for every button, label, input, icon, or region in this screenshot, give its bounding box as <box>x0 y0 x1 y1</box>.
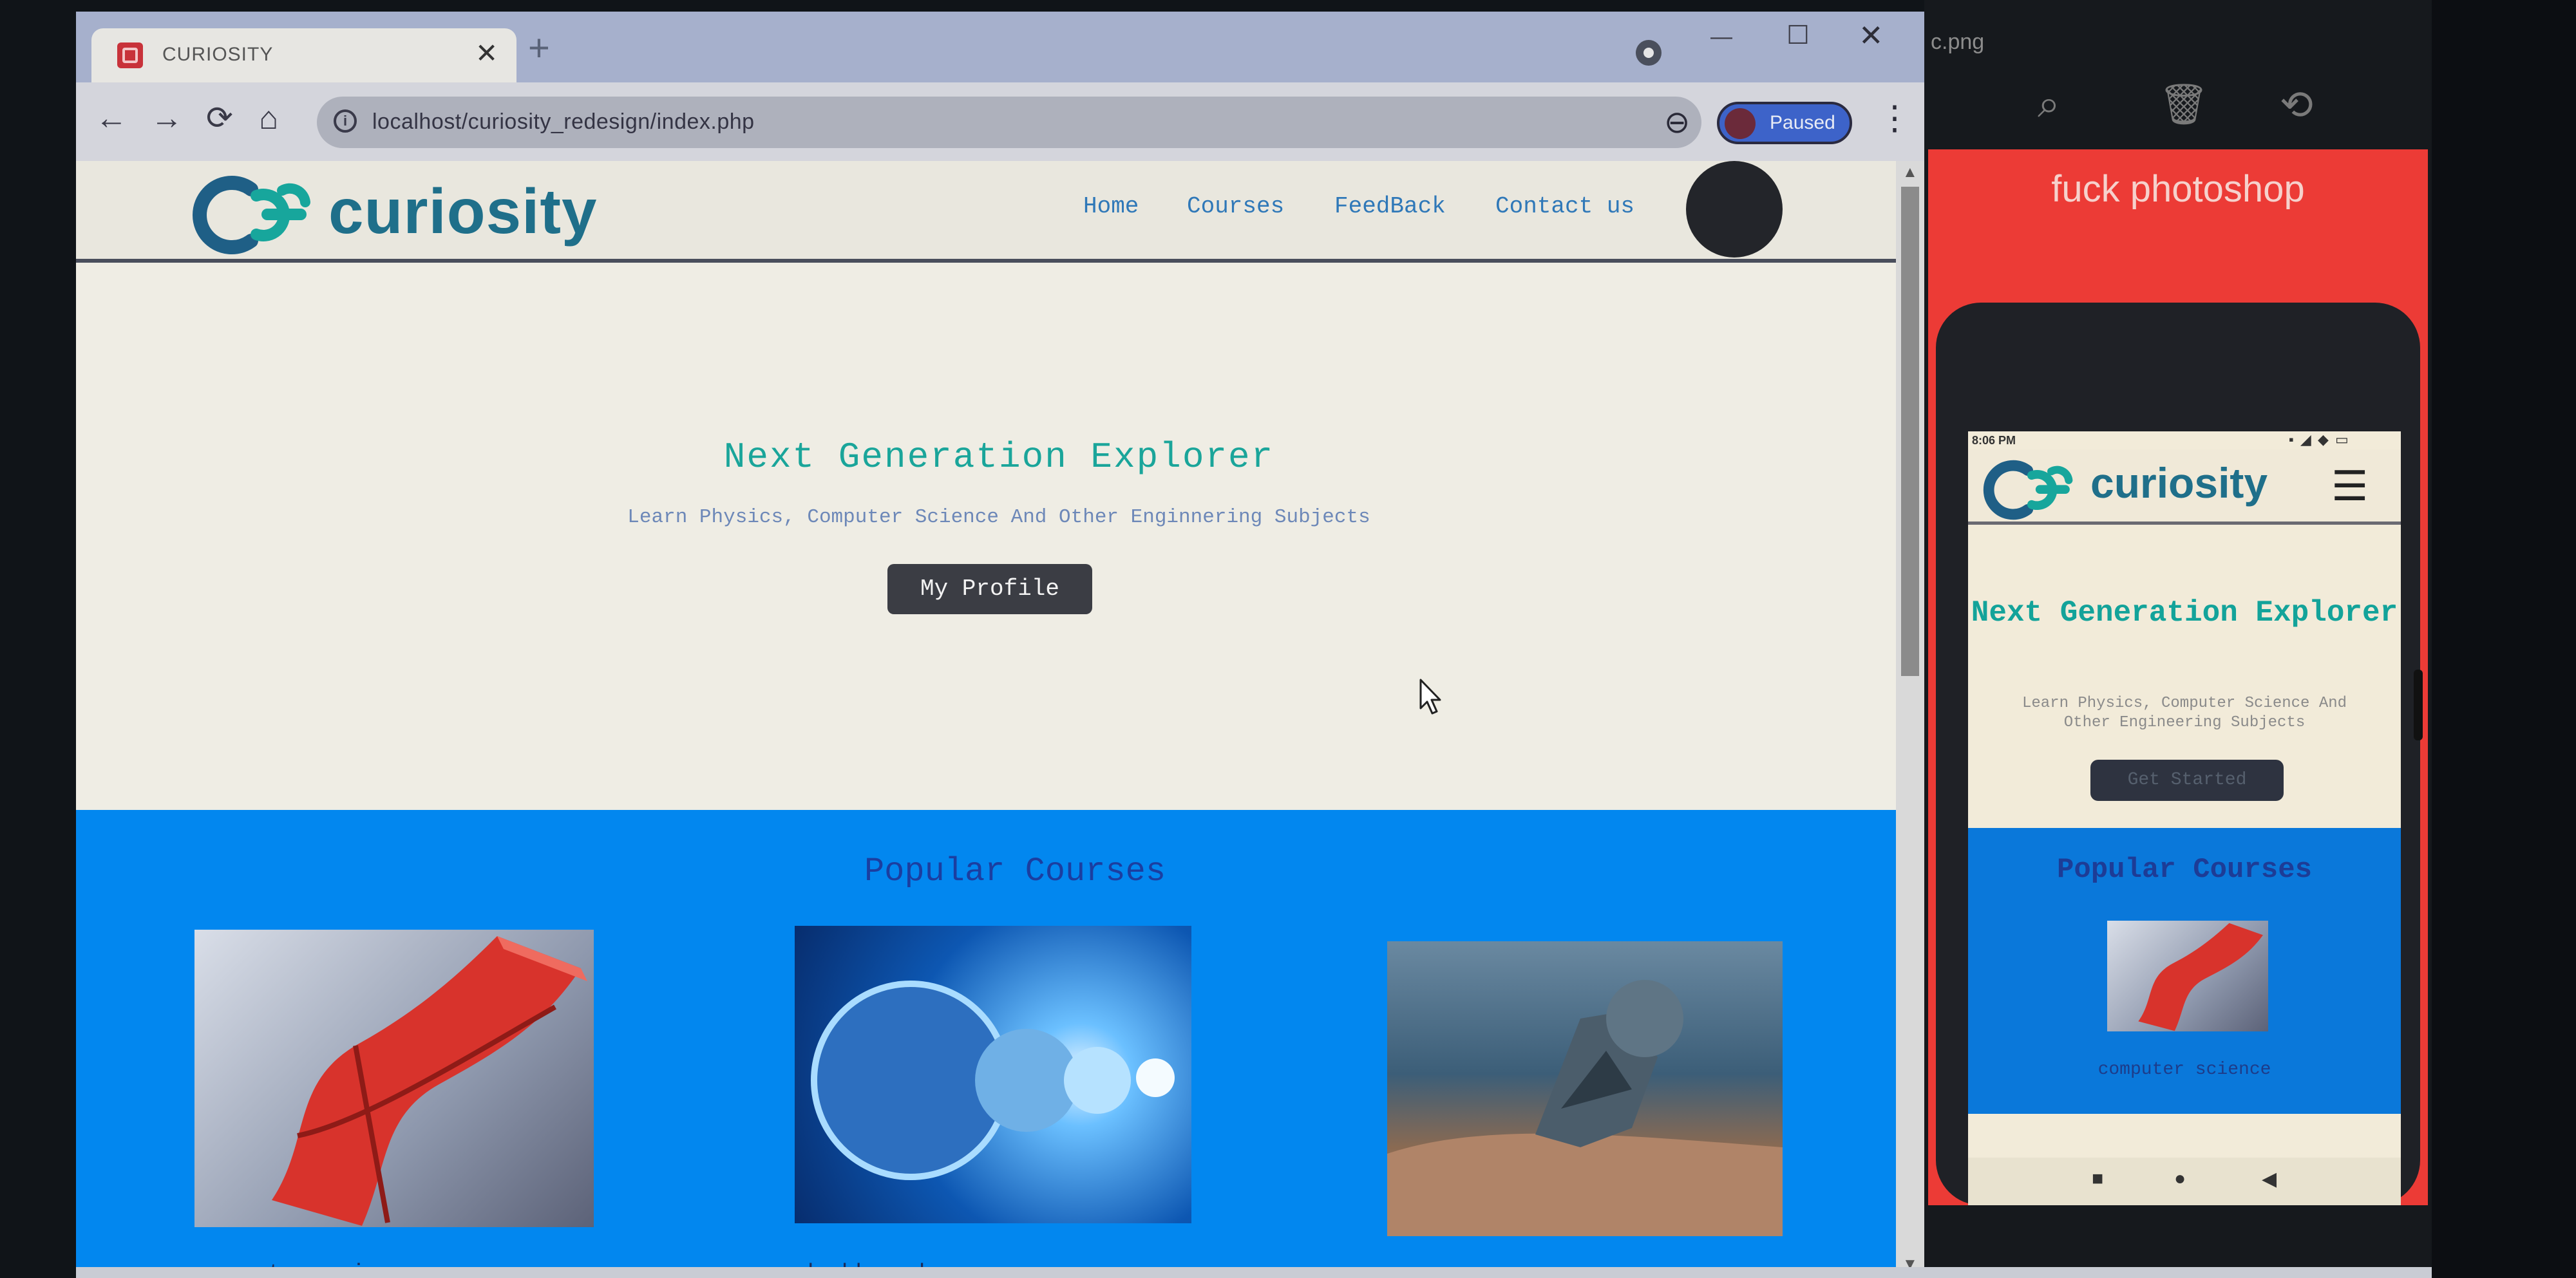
popular-courses-section: Popular Courses <box>76 810 1896 1278</box>
tab-strip: CURIOSITY ✕ + — ☐ ✕ <box>76 12 1924 82</box>
mouse-cursor-icon <box>1419 679 1441 715</box>
delete-icon[interactable]: 🗑 <box>2159 81 2210 128</box>
phone-screen: 8:06 PM ▪ ◢ ◆ ▭ curiosity ☰ Next Generat… <box>1968 431 2401 1205</box>
profile-avatar <box>1725 108 1756 139</box>
browser-tab[interactable]: CURIOSITY ✕ <box>91 28 516 82</box>
planets-illustration <box>811 981 1175 1180</box>
sync-status-label: Paused <box>1770 112 1835 133</box>
mobile-hero-subtitle: Learn Physics, Computer Science And Othe… <box>2022 695 2347 731</box>
status-time: 8:06 PM <box>1972 434 2016 447</box>
minimize-icon[interactable]: — <box>1710 24 1732 50</box>
mobile-course-label: computer science <box>2098 1060 2271 1080</box>
home-circle-icon: ● <box>2174 1168 2186 1189</box>
windows-wave-illustration <box>272 936 587 1226</box>
scroll-up-icon[interactable]: ▲ <box>1902 164 1918 182</box>
hero-title: Next Generation Explorer <box>723 437 1274 478</box>
mobile-hero-title: Next Generation Explorer <box>1971 596 2398 630</box>
mobile-course-image <box>2107 921 2268 1031</box>
mobile-logo-icon <box>1983 460 2073 520</box>
mobile-courses-section: Popular Courses computer science <box>1968 828 2401 1114</box>
address-bar[interactable]: i localhost/curiosity_redesign/index.php… <box>317 97 1759 148</box>
downloads-icon[interactable] <box>1636 40 1662 66</box>
nav-link-feedback[interactable]: FeedBack <box>1334 193 1446 220</box>
nav-link-contact[interactable]: Contact us <box>1495 193 1634 220</box>
preview-caption: fuck photoshop <box>2051 168 2305 210</box>
zoom-in-icon[interactable]: ⌕ <box>2038 81 2060 127</box>
mobile-hero: Next Generation Explorer Learn Physics, … <box>1968 525 2401 793</box>
page-viewport: curiosity Home Courses FeedBack Contact … <box>76 161 1896 1278</box>
maximize-icon[interactable]: ☐ <box>1786 21 1810 50</box>
phone-side-button <box>2414 670 2423 740</box>
desktop-edge <box>2432 0 2576 1278</box>
image-viewer: c.png ⌕ 🗑 ⟲ fuck photoshop 8:06 PM ▪ ◢ ◆… <box>1924 0 2432 1278</box>
site-header: curiosity Home Courses FeedBack Contact … <box>76 161 1896 263</box>
nav-link-home[interactable]: Home <box>1083 193 1139 220</box>
course-image-underwater[interactable] <box>1387 941 1783 1236</box>
status-icons: ▪ ◢ ◆ ▭ <box>2289 431 2350 447</box>
close-tab-icon[interactable]: ✕ <box>475 37 498 69</box>
home-icon[interactable]: ⌂ <box>259 99 278 136</box>
my-profile-button[interactable]: My Profile <box>887 564 1092 614</box>
course-image-windows[interactable] <box>194 930 594 1227</box>
url-text[interactable]: localhost/curiosity_redesign/index.php <box>372 109 755 135</box>
user-avatar[interactable] <box>1686 161 1783 258</box>
site-info-icon[interactable]: i <box>334 109 357 133</box>
browser-toolbar: ← → ⟳ ⌂ i localhost/curiosity_redesign/i… <box>76 82 1924 161</box>
hero-section: Next Generation Explorer Learn Physics, … <box>76 263 1896 810</box>
taskbar <box>76 1267 2432 1278</box>
mobile-logo-text: curiosity <box>2090 459 2268 507</box>
nav-link-courses[interactable]: Courses <box>1187 193 1284 220</box>
mobile-windows-wave-illustration <box>2138 923 2263 1031</box>
hero-subtitle: Learn Physics, Computer Science And Othe… <box>627 506 1370 529</box>
mobile-courses-title: Popular Courses <box>2056 854 2313 886</box>
courses-title: Popular Courses <box>864 852 1166 890</box>
forward-icon[interactable]: → <box>151 99 183 136</box>
zoom-out-icon[interactable]: ⊖ <box>1664 104 1690 140</box>
viewer-file-name: c.png <box>1931 30 1985 54</box>
browser-menu-icon[interactable]: ⋮ <box>1878 99 1911 138</box>
new-tab-icon[interactable]: + <box>528 30 550 67</box>
logo-text[interactable]: curiosity <box>328 175 597 248</box>
profile-button[interactable]: Paused <box>1717 102 1852 144</box>
recents-icon: ■ <box>2092 1168 2104 1189</box>
underwater-sculpture-illustration <box>1387 980 1783 1236</box>
course-image-planets[interactable] <box>795 926 1191 1223</box>
page-scrollbar[interactable]: ▲ ▼ <box>1896 161 1924 1278</box>
scrollbar-thumb[interactable] <box>1901 187 1919 676</box>
tab-title: CURIOSITY <box>162 44 274 65</box>
mobile-get-started-button: Get Started <box>2090 760 2284 801</box>
preview-image: fuck photoshop 8:06 PM ▪ ◢ ◆ ▭ curiosity… <box>1928 149 2428 1205</box>
phone-mockup: 8:06 PM ▪ ◢ ◆ ▭ curiosity ☰ Next Generat… <box>1936 303 2423 1205</box>
mobile-header: curiosity ☰ <box>1968 449 2401 525</box>
hamburger-menu-icon: ☰ <box>2331 463 2369 509</box>
browser-window: CURIOSITY ✕ + — ☐ ✕ ← → ⟳ ⌂ i localhost/… <box>76 12 1924 1278</box>
close-window-icon[interactable]: ✕ <box>1859 18 1884 53</box>
reload-icon[interactable]: ⟳ <box>206 99 233 136</box>
back-triangle-icon: ◀ <box>2262 1169 2277 1190</box>
rotate-icon[interactable]: ⟲ <box>2280 81 2313 128</box>
favicon-icon <box>117 42 143 68</box>
phone-nav-bar: ■ ● ◀ <box>1968 1158 2401 1205</box>
back-icon[interactable]: ← <box>95 99 128 136</box>
logo-icon <box>193 176 310 254</box>
